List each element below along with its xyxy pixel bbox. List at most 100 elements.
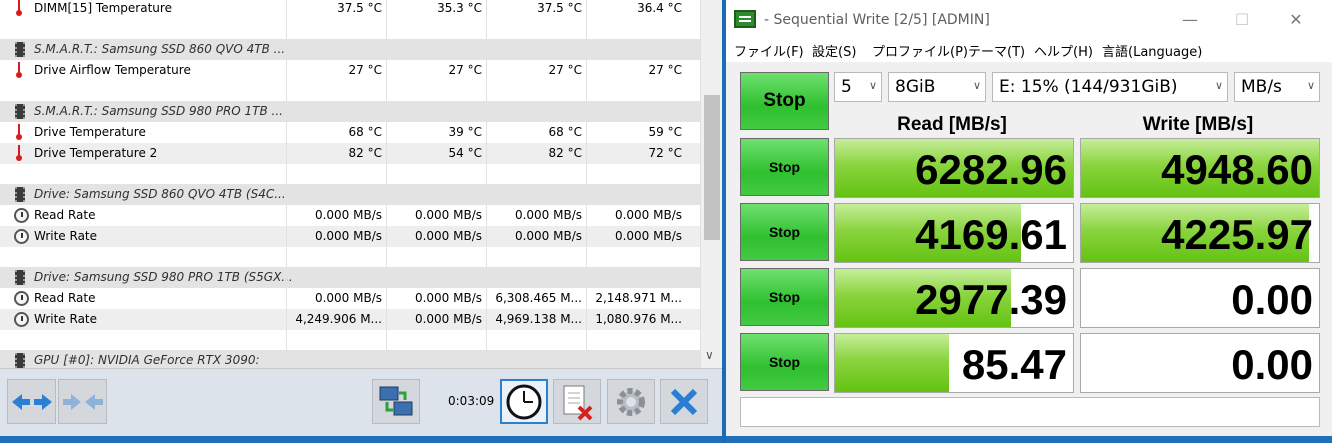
- menu-bar: ファイル(F) 設定(S) プロファイル(P) テーマ(T) ヘルプ(H) 言語…: [726, 40, 1332, 62]
- test-size-select[interactable]: 8GiB ∨: [888, 72, 986, 102]
- network-monitors-icon: [373, 380, 419, 423]
- thermometer-icon: [16, 145, 22, 161]
- sensor-row[interactable]: Drive Temperature 2 82 °C 54 °C 82 °C 72 °C: [0, 143, 700, 164]
- drive-select[interactable]: E: 15% (144/931GiB) ∨: [992, 72, 1228, 102]
- sensor-group-row[interactable]: S.M.A.R.T.: Samsung SSD 860 QVO 4TB ...: [0, 39, 700, 60]
- arrows-left-right-icon: [8, 380, 55, 423]
- sensor-value: 37.5 °C: [337, 1, 382, 15]
- test-stop-button[interactable]: Stop: [740, 138, 829, 196]
- maximize-button[interactable]: ☐: [1222, 8, 1262, 32]
- sensor-value: 0.000 MB/s: [414, 312, 482, 326]
- read-result-bar: [835, 334, 950, 392]
- sensor-group-row[interactable]: Drive: Samsung SSD 860 QVO 4TB (S4C...: [0, 184, 700, 205]
- menu-language[interactable]: 言語(Language): [1102, 41, 1202, 60]
- test-count-value: 5: [841, 77, 852, 97]
- sensor-value: 37.5 °C: [537, 1, 582, 15]
- window-title: - Sequential Write [2/5] [ADMIN]: [764, 12, 990, 28]
- stop-all-button[interactable]: Stop: [740, 72, 829, 130]
- gauge-icon: [14, 208, 29, 223]
- window-border: [0, 436, 722, 443]
- sensor-label: Drive Temperature 2: [34, 146, 158, 160]
- settings-button[interactable]: [607, 379, 655, 424]
- sensor-value: 72 °C: [648, 146, 682, 160]
- sensor-table-scrollbar[interactable]: ∨: [700, 0, 722, 368]
- column-divider: [286, 0, 287, 368]
- sensor-value: 82 °C: [548, 146, 582, 160]
- test-stop-button[interactable]: Stop: [740, 333, 829, 391]
- test-stop-button[interactable]: Stop: [740, 268, 829, 326]
- sensor-value: 59 °C: [648, 125, 682, 139]
- menu-help[interactable]: ヘルプ(H): [1034, 41, 1093, 60]
- read-result-value: 6282.96: [915, 146, 1067, 193]
- sensor-value: 0.000 MB/s: [414, 291, 482, 305]
- reset-button[interactable]: [553, 379, 601, 424]
- sensor-value: 39 °C: [448, 125, 482, 139]
- hwinfo-sensor-window: DIMM[15] Temperature 37.5 °C 35.3 °C 37.5 °…: [0, 0, 722, 443]
- sensor-value: 0.000 MB/s: [514, 208, 582, 222]
- table-spacer: [0, 330, 700, 350]
- sensor-row[interactable]: Drive Temperature 68 °C 39 °C 68 °C 59 °C: [0, 122, 700, 143]
- read-result-value: 85.47: [961, 341, 1067, 388]
- menu-file[interactable]: ファイル(F): [734, 41, 804, 60]
- timer-button[interactable]: [500, 379, 548, 424]
- sensor-value: 0.000 MB/s: [614, 229, 682, 243]
- unit-value: MB/s: [1241, 77, 1282, 97]
- sensor-value: 0.000 MB/s: [314, 208, 382, 222]
- sensor-label: Read Rate: [34, 208, 96, 222]
- sensor-label: Drive: Samsung SSD 860 QVO 4TB (S4C...: [34, 187, 286, 201]
- write-result-cell: 0.00: [1080, 268, 1320, 328]
- close-button[interactable]: ✕: [1276, 8, 1316, 32]
- test-stop-button[interactable]: Stop: [740, 203, 829, 261]
- sensor-value: 0.000 MB/s: [614, 208, 682, 222]
- sensor-row[interactable]: Write Rate 4,249.906 M... 0.000 MB/s 4,969.…: [0, 309, 700, 330]
- comment-field[interactable]: [740, 397, 1320, 427]
- test-count-select[interactable]: 5 ∨: [834, 72, 882, 102]
- expand-columns-button[interactable]: [7, 379, 56, 424]
- gauge-icon: [14, 291, 29, 306]
- sensor-value: 0.000 MB/s: [514, 229, 582, 243]
- sensor-label: DIMM[15] Temperature: [34, 1, 172, 15]
- title-bar[interactable]: - Sequential Write [2/5] [ADMIN] — ☐ ✕: [726, 0, 1332, 40]
- sensor-row[interactable]: DIMM[15] Temperature 37.5 °C 35.3 °C 37.5 °…: [0, 0, 700, 19]
- sensor-group-row[interactable]: GPU [#0]: NVIDIA GeForce RTX 3090:: [0, 350, 700, 368]
- sensor-label: GPU [#0]: NVIDIA GeForce RTX 3090:: [34, 353, 260, 367]
- sensor-value: 27 °C: [448, 63, 482, 77]
- sensor-value: 27 °C: [548, 63, 582, 77]
- menu-theme[interactable]: テーマ(T): [968, 41, 1025, 60]
- sensor-row[interactable]: Drive Airflow Temperature 27 °C 27 °C 27 °C…: [0, 60, 700, 81]
- close-sensors-button[interactable]: [660, 379, 708, 424]
- table-spacer: [0, 19, 700, 39]
- write-result-cell: 4225.97: [1080, 203, 1320, 263]
- minimize-button[interactable]: —: [1170, 8, 1210, 32]
- benchmark-panel: Stop 5 ∨ 8GiB ∨ E: 15% (144/931GiB) ∨ MB…: [726, 62, 1332, 443]
- menu-profile[interactable]: プロファイル(P): [872, 41, 968, 60]
- write-result-value: 0.00: [1231, 276, 1313, 323]
- menu-settings[interactable]: 設定(S): [812, 41, 856, 60]
- hwinfo-toolbar: 0:03:09: [0, 368, 722, 443]
- sensor-row[interactable]: Read Rate 0.000 MB/s 0.000 MB/s 6,308.465 M…: [0, 288, 700, 309]
- sensor-row[interactable]: Read Rate 0.000 MB/s 0.000 MB/s 0.000 MB/s 0…: [0, 205, 700, 226]
- sensor-group-row[interactable]: Drive: Samsung SSD 980 PRO 1TB (S5GX...: [0, 267, 700, 288]
- chip-icon: [15, 353, 25, 368]
- unit-select[interactable]: MB/s ∨: [1234, 72, 1320, 102]
- write-result-cell: 0.00: [1080, 333, 1320, 393]
- clock-icon: [502, 381, 546, 422]
- network-sensors-button[interactable]: [372, 379, 420, 424]
- sensor-table: DIMM[15] Temperature 37.5 °C 35.3 °C 37.5 °…: [0, 0, 700, 368]
- sensor-value: 1,080.976 M...: [595, 312, 682, 326]
- scrollbar-thumb[interactable]: [704, 95, 720, 240]
- sensor-row[interactable]: Write Rate 0.000 MB/s 0.000 MB/s 0.000 MB/s…: [0, 226, 700, 247]
- sensor-value: 68 °C: [548, 125, 582, 139]
- close-icon: [661, 380, 707, 423]
- sensor-value: 54 °C: [448, 146, 482, 160]
- chip-icon: [15, 187, 25, 202]
- table-spacer: [0, 247, 700, 267]
- sensor-label: S.M.A.R.T.: Samsung SSD 980 PRO 1TB ...: [34, 104, 283, 118]
- sensor-group-row[interactable]: S.M.A.R.T.: Samsung SSD 980 PRO 1TB ...: [0, 101, 700, 122]
- thermometer-icon: [16, 62, 22, 78]
- collapse-columns-button[interactable]: [58, 379, 107, 424]
- sensor-value: 0.000 MB/s: [414, 229, 482, 243]
- scroll-down-icon[interactable]: ∨: [705, 348, 714, 362]
- window-border: [726, 436, 1332, 443]
- document-delete-icon: [554, 380, 600, 423]
